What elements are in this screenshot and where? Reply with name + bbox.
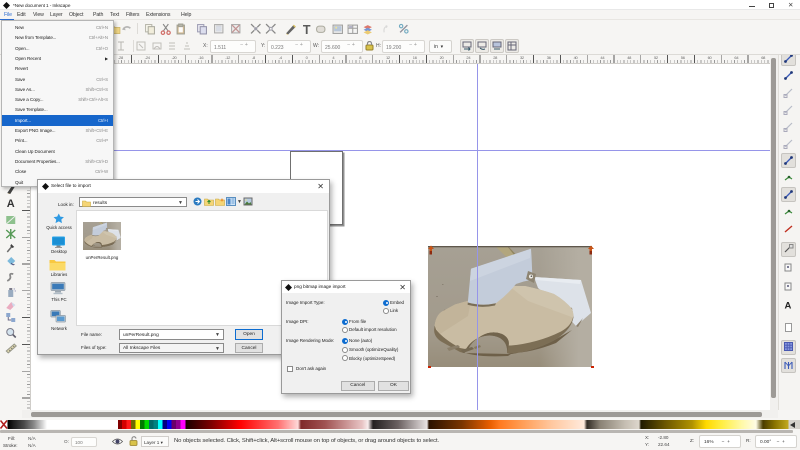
- svg-text:A: A: [7, 198, 15, 209]
- svg-text:T: T: [303, 23, 311, 35]
- svg-text:A: A: [785, 301, 792, 311]
